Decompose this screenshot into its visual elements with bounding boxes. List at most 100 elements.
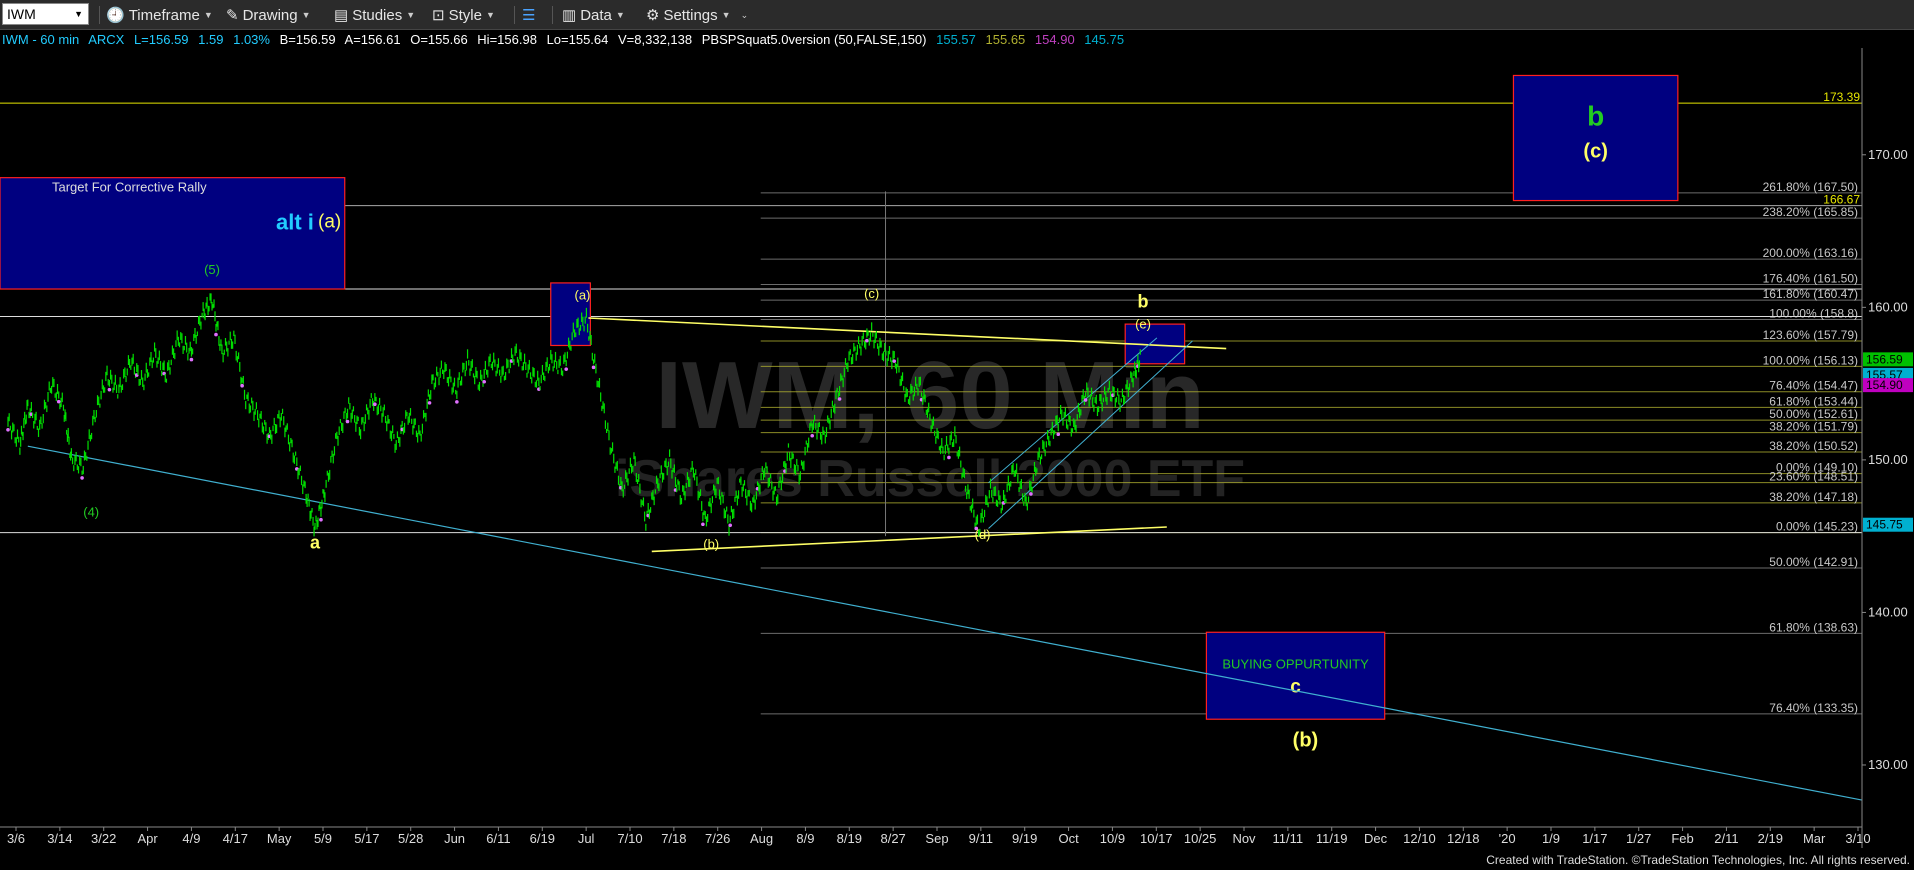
x-tick-label: 6/11 bbox=[486, 831, 510, 846]
x-tick-label: '20 bbox=[1499, 831, 1516, 846]
x-tick-label: Jul bbox=[578, 831, 595, 846]
y-tick-label: 150.00 bbox=[1868, 452, 1908, 467]
y-tick-label: 130.00 bbox=[1868, 757, 1908, 772]
x-tick-label: Dec bbox=[1364, 831, 1388, 846]
signal-dot bbox=[865, 338, 869, 343]
signal-dot bbox=[427, 401, 432, 405]
wave-label: a bbox=[310, 532, 321, 552]
toolbar-separator bbox=[99, 6, 100, 24]
price-marker-label: 145.75 bbox=[1866, 518, 1903, 532]
signal-dot bbox=[373, 402, 377, 407]
symbol-info-bar: IWM - 60 min ARCX L=156.59 1.59 1.03% B=… bbox=[2, 32, 1130, 48]
instrument-label: IWM - 60 min bbox=[2, 32, 80, 47]
fib-label: 50.00% (142.91) bbox=[1769, 555, 1858, 569]
wave-label: (d) bbox=[975, 527, 991, 542]
price-chart[interactable]: IWM, 60 MiniShares Russell 2000 ETF 261.… bbox=[0, 48, 1914, 850]
fib-label: 100.00% (158.8) bbox=[1769, 307, 1858, 321]
price-marker-label: 156.59 bbox=[1866, 352, 1903, 366]
signal-dot bbox=[1029, 492, 1033, 496]
x-tick-label: 10/25 bbox=[1184, 831, 1217, 846]
price-marker-label: 154.90 bbox=[1866, 378, 1903, 392]
studies-button[interactable]: ▤ Studies ▼ bbox=[334, 5, 415, 25]
chevron-down-icon: ▼ bbox=[301, 10, 311, 20]
x-tick-label: 8/19 bbox=[837, 831, 862, 846]
fib-label: 38.20% (150.52) bbox=[1769, 439, 1858, 453]
chart-bars-icon: ▥ bbox=[562, 7, 577, 24]
x-tick-label: 1/17 bbox=[1582, 831, 1607, 846]
fib-label: 176.40% (161.50) bbox=[1763, 271, 1858, 285]
high-price: Hi=156.98 bbox=[477, 32, 537, 47]
x-tick-label: 8/9 bbox=[796, 831, 814, 846]
x-tick-label: 3/14 bbox=[47, 831, 72, 846]
signal-dot bbox=[56, 399, 61, 404]
wave-label: (b) bbox=[1293, 730, 1319, 752]
timeframe-button[interactable]: 🕘 Timeframe ▼ bbox=[106, 5, 213, 25]
x-tick-label: 5/17 bbox=[354, 831, 379, 846]
y-tick-label: 140.00 bbox=[1868, 604, 1908, 619]
x-tick-label: Mar bbox=[1803, 831, 1826, 846]
chevron-down-icon: ▼ bbox=[721, 10, 731, 20]
last-price: L=156.59 bbox=[133, 32, 189, 47]
x-tick-label: 7/26 bbox=[705, 831, 730, 846]
style-button[interactable]: ⊡ Style ▼ bbox=[432, 5, 495, 25]
y-tick-label: 160.00 bbox=[1868, 299, 1908, 314]
volume: V=8,332,138 bbox=[618, 32, 693, 47]
y-tick-label: 170.00 bbox=[1868, 147, 1908, 162]
gear-icon: ⚙ bbox=[646, 7, 660, 24]
style-icon: ⊡ bbox=[432, 7, 445, 24]
data-label: Data bbox=[580, 6, 612, 24]
signal-dot bbox=[189, 357, 194, 362]
symbol-selector[interactable]: IWM ▼ bbox=[2, 3, 89, 25]
pct-change: 1.03% bbox=[233, 32, 270, 47]
study-value-2: 155.65 bbox=[985, 32, 1026, 47]
x-tick-label: 5/9 bbox=[314, 831, 332, 846]
signal-dot bbox=[6, 427, 10, 432]
drawing-button[interactable]: ✎ Drawing ▼ bbox=[226, 5, 311, 25]
chevron-down-icon: ▼ bbox=[406, 10, 416, 20]
signal-dot bbox=[1056, 432, 1061, 437]
wave-label: (b) bbox=[703, 536, 719, 551]
wave-c-label: (c) bbox=[1583, 140, 1607, 162]
signal-dot bbox=[482, 379, 486, 384]
low-price: Lo=155.64 bbox=[546, 32, 609, 47]
layout-button[interactable]: ☰ bbox=[522, 5, 535, 25]
study-value-3: 154.90 bbox=[1034, 32, 1075, 47]
signal-dot bbox=[1083, 398, 1088, 402]
signal-dot bbox=[214, 332, 218, 337]
wave-label: (5) bbox=[204, 262, 220, 277]
signal-dot bbox=[892, 359, 897, 363]
data-button[interactable]: ▥ Data ▼ bbox=[562, 5, 625, 25]
x-tick-label: Feb bbox=[1671, 831, 1693, 846]
target-box-title: Target For Corrective Rally bbox=[52, 180, 207, 195]
exchange-label: ARCX bbox=[88, 32, 125, 47]
symbol-value: IWM bbox=[7, 6, 36, 22]
x-tick-label: 7/18 bbox=[661, 831, 686, 846]
study-value-4: 145.75 bbox=[1084, 32, 1125, 47]
wave-label: (4) bbox=[83, 504, 99, 519]
x-tick-label: Sep bbox=[925, 831, 948, 846]
drawing-label: Drawing bbox=[242, 6, 298, 24]
x-tick-label: Aug bbox=[750, 831, 773, 846]
signal-dot bbox=[947, 455, 951, 460]
bid-price: B=156.59 bbox=[279, 32, 336, 47]
copyright-footer: Created with TradeStation. ©TradeStation… bbox=[1486, 853, 1910, 867]
signal-dot bbox=[564, 367, 569, 371]
settings-button[interactable]: ⚙ Settings ▼ ⌄ bbox=[646, 5, 748, 25]
wave-c-small-label: c bbox=[1290, 676, 1301, 697]
wave-b-label: b bbox=[1587, 100, 1604, 131]
signal-dot bbox=[240, 383, 244, 388]
signal-dot bbox=[591, 365, 596, 370]
x-tick-label: 10/17 bbox=[1140, 831, 1173, 846]
x-tick-label: 7/10 bbox=[617, 831, 642, 846]
chevron-down-icon: ▼ bbox=[485, 10, 495, 20]
fib-label: 76.40% (154.47) bbox=[1769, 379, 1858, 393]
signal-dot bbox=[107, 387, 112, 392]
signal-dot bbox=[455, 400, 459, 404]
x-tick-label: Oct bbox=[1058, 831, 1079, 846]
x-tick-label: 4/17 bbox=[223, 831, 248, 846]
timeframe-label: Timeframe bbox=[128, 6, 200, 24]
overflow-caret-icon: ⌄ bbox=[740, 9, 749, 20]
buying-box-title: BUYING OPPURTUNITY bbox=[1222, 656, 1369, 671]
toolbar-separator bbox=[514, 6, 515, 24]
wave-a-label: (a) bbox=[318, 212, 341, 233]
